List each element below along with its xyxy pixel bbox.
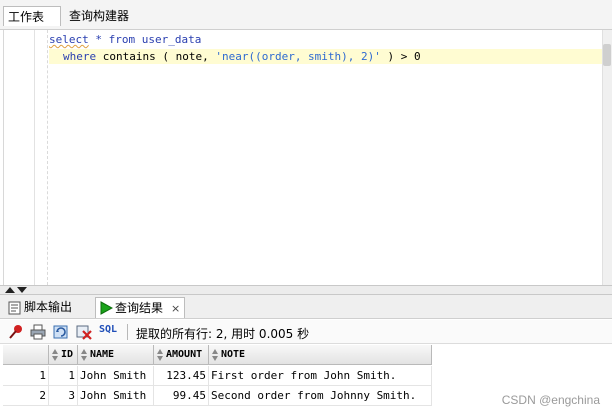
tab-query-result-label: 查询结果	[115, 301, 164, 315]
collapse-up-icon[interactable]	[5, 287, 15, 293]
column-header-name-label: NAME	[90, 349, 115, 360]
tab-script-output[interactable]: 脚本输出	[4, 297, 92, 318]
keyword-select: select	[49, 33, 89, 46]
search-string: 'near((order, smith), 2)'	[215, 50, 381, 63]
column-header-amount-label: AMOUNT	[166, 349, 203, 360]
column-header-amount[interactable]: AMOUNT	[154, 345, 209, 365]
close-tab-icon[interactable]: ×	[171, 298, 180, 319]
tab-script-output-label: 脚本输出	[24, 300, 73, 314]
refresh-icon[interactable]	[53, 324, 69, 340]
tab-query-builder[interactable]: 查询构建器	[65, 6, 133, 26]
sort-icon	[81, 349, 87, 361]
tab-worksheet[interactable]: 工作表	[3, 6, 61, 26]
cell-amount[interactable]: 123.45	[154, 366, 209, 386]
condition-rest: ) > 0	[380, 50, 421, 63]
editor-gutter	[34, 30, 35, 285]
cell-amount[interactable]: 99.45	[154, 386, 209, 406]
sql-editor[interactable]: select * from user_data where contains (…	[3, 30, 612, 285]
fetch-status: 提取的所有行: 2, 用时 0.005 秒	[136, 327, 310, 341]
cell-id[interactable]: 3	[49, 386, 78, 406]
run-query-icon	[99, 301, 114, 322]
watermark: CSDN @engchina	[501, 393, 600, 407]
result-toolbar: SQL 提取的所有行: 2, 用时 0.005 秒	[0, 320, 612, 344]
clear-results-icon[interactable]	[76, 324, 92, 340]
cell-name[interactable]: John Smith	[78, 386, 154, 406]
row-number[interactable]: 1	[3, 366, 49, 386]
cell-id[interactable]: 1	[49, 366, 78, 386]
tab-query-result[interactable]: 查询结果 ×	[95, 297, 185, 318]
cell-name[interactable]: John Smith	[78, 366, 154, 386]
sql-button[interactable]: SQL	[99, 324, 117, 335]
column-header-id-label: ID	[61, 349, 74, 360]
contains-args: ( note,	[162, 50, 216, 63]
column-header-id[interactable]: ID	[49, 345, 78, 365]
toolbar-separator	[127, 324, 128, 340]
code-line-2: where contains ( note, 'near((order, smi…	[49, 49, 612, 64]
collapse-down-icon[interactable]	[17, 287, 27, 293]
editor-scrollbar[interactable]	[602, 30, 612, 285]
row-number[interactable]: 2	[3, 386, 49, 406]
pane-splitter[interactable]	[0, 285, 612, 295]
keyword-from: from	[108, 33, 136, 46]
scrollbar-thumb[interactable]	[603, 44, 611, 66]
function-contains: contains	[102, 50, 156, 63]
keyword-where: where	[63, 50, 97, 63]
output-tab-bar: 脚本输出 查询结果 ×	[0, 295, 612, 319]
editor-fold-margin	[47, 30, 48, 285]
row-number-header	[3, 345, 49, 365]
sort-icon	[212, 349, 218, 361]
column-header-name[interactable]: NAME	[78, 345, 154, 365]
print-icon[interactable]	[30, 324, 46, 340]
sort-icon	[157, 349, 163, 361]
worksheet-tab-bar: 工作表 查询构建器	[0, 0, 612, 30]
column-header-note-label: NOTE	[221, 349, 246, 360]
column-header-note[interactable]: NOTE	[209, 345, 432, 365]
cell-note[interactable]: Second order from Johnny Smith.	[209, 386, 432, 406]
script-output-icon	[8, 301, 22, 322]
code-line-1: select * from user_data	[49, 32, 201, 47]
table-name: user_data	[141, 33, 202, 46]
sort-icon	[52, 349, 58, 361]
select-star: *	[95, 33, 102, 46]
pin-icon[interactable]	[8, 324, 24, 340]
cell-note[interactable]: First order from John Smith.	[209, 366, 432, 386]
